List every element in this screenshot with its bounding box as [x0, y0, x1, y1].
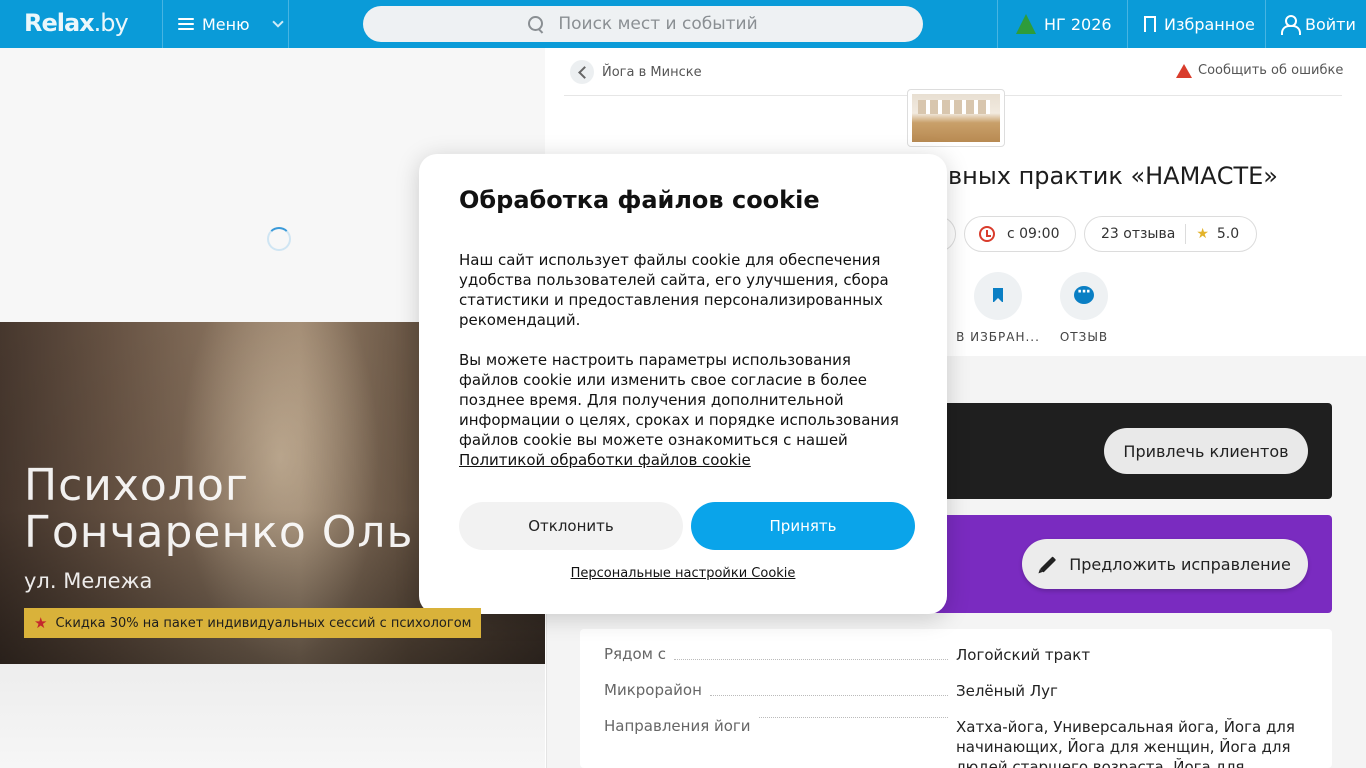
promo-address: ул. Мележа: [24, 569, 153, 593]
menu-label: Меню: [202, 14, 250, 34]
favorites-label: Избранное: [1164, 14, 1255, 34]
header-divider: [288, 0, 289, 48]
search-input[interactable]: Поиск мест и событий: [363, 6, 923, 42]
menu-button[interactable]: Меню: [178, 0, 284, 48]
search-icon: [528, 16, 544, 32]
header-divider: [1265, 0, 1266, 48]
new-year-label: НГ 2026: [1044, 14, 1112, 34]
star-icon: ★: [34, 614, 48, 632]
login-label: Войти: [1305, 14, 1356, 34]
bookmark-icon: [1144, 16, 1156, 38]
promo-badge-text: Скидка 30% на пакет индивидуальных сесси…: [55, 615, 472, 631]
chevron-down-icon: [271, 15, 284, 28]
cookie-dialog: Обработка файлов cookie Наш сайт использ…: [419, 154, 947, 614]
favorites-link[interactable]: Избранное: [1144, 0, 1255, 48]
search-placeholder: Поиск мест и событий: [558, 14, 758, 34]
user-icon: [1281, 15, 1301, 35]
decline-button[interactable]: Отклонить: [459, 502, 683, 550]
top-header: Relax.by Меню Поиск мест и событий НГ 20…: [0, 0, 1366, 48]
header-divider: [1127, 0, 1128, 48]
new-year-link[interactable]: НГ 2026: [1016, 0, 1112, 48]
cookie-dialog-text: Наш сайт использует файлы cookie для обе…: [459, 250, 911, 470]
header-divider: [162, 0, 163, 48]
cookie-dialog-title: Обработка файлов cookie: [459, 186, 820, 214]
cookie-paragraph-1: Наш сайт использует файлы cookie для обе…: [459, 251, 889, 329]
accept-button[interactable]: Принять: [691, 502, 915, 550]
cookie-paragraph-2: Вы можете настроить параметры использова…: [459, 351, 899, 469]
promo-title: Психолог Гончаренко Оль: [24, 460, 414, 558]
cookie-policy-link[interactable]: Политикой обработки файлов cookie: [459, 451, 751, 469]
cookie-settings-link[interactable]: Персональные настройки Cookie: [419, 566, 947, 581]
christmas-tree-icon: [1016, 14, 1036, 34]
site-logo[interactable]: Relax.by: [24, 9, 129, 37]
login-link[interactable]: Войти: [1281, 0, 1356, 48]
header-divider: [997, 0, 998, 48]
promo-discount-badge: ★ Скидка 30% на пакет индивидуальных сес…: [24, 608, 482, 638]
hamburger-icon: [178, 18, 194, 30]
